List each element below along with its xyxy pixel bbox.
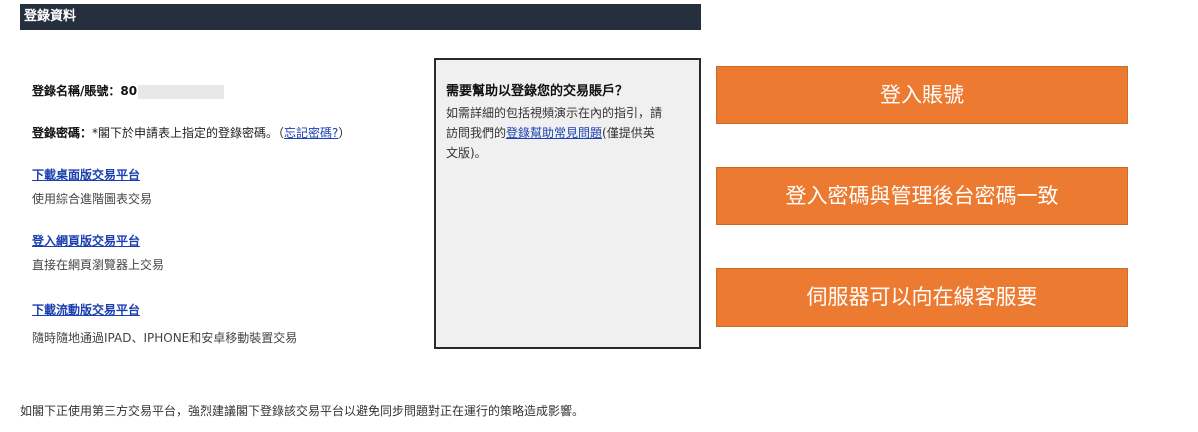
callout-login-account: 登入賬號	[716, 66, 1128, 124]
callout-password-note-text: 登入密碼與管理後台密碼一致	[785, 184, 1059, 208]
download-desktop-link[interactable]: 下載桌面版交易平台	[32, 168, 140, 182]
account-label: 登錄名稱/賬號：	[32, 84, 121, 98]
help-title: 需要幫助以登錄您的交易賬戶？	[446, 84, 629, 99]
download-mobile-link[interactable]: 下載流動版交易平台	[32, 303, 140, 317]
callout-password-note: 登入密碼與管理後台密碼一致	[716, 167, 1128, 225]
password-label: 登錄密碼：	[32, 126, 93, 140]
password-note-close: ）	[338, 126, 351, 140]
callout-login-account-text: 登入賬號	[880, 83, 964, 107]
help-line-3: 文版)。	[446, 146, 487, 160]
account-mask	[138, 84, 225, 99]
help-body: 如需詳細的包括視頻演示在內的指引，請 訪問我們的登錄幫助常見問題(僅提供英 文版…	[446, 103, 689, 163]
platform-mobile: 下載流動版交易平台	[32, 301, 140, 318]
faq-link[interactable]: 登錄幫助常見問題	[506, 126, 602, 140]
section-header: 登錄資料	[20, 4, 701, 30]
platform-web-desc: 直接在網頁瀏覽器上交易	[32, 258, 165, 272]
help-line-2-prefix: 訪問我們的	[446, 126, 507, 140]
platform-desktop-desc: 使用綜合進階圖表交易	[32, 192, 153, 206]
password-note: *閣下於申請表上指定的登錄密碼。（	[92, 126, 285, 140]
callout-server-note-text: 伺服器可以向在線客服要	[806, 285, 1038, 309]
footer-note: 如閣下正使用第三方交易平台，強烈建議閣下登錄該交易平台以避免同步問題對正在運行的…	[20, 404, 585, 418]
account-row: 登錄名稱/賬號：80	[32, 82, 225, 99]
platform-mobile-desc: 隨時隨地通過IPAD、IPHONE和安卓移動裝置交易	[32, 331, 298, 345]
callout-server-note: 伺服器可以向在線客服要	[716, 268, 1128, 327]
platform-web: 登入網頁版交易平台	[32, 232, 140, 249]
forgot-password-link[interactable]: 忘記密碼?	[284, 126, 338, 140]
help-line-2: 訪問我們的登錄幫助常見問題(僅提供英	[446, 123, 689, 143]
password-row: 登錄密碼：*閣下於申請表上指定的登錄密碼。（忘記密碼?）	[32, 124, 350, 141]
help-panel: 需要幫助以登錄您的交易賬戶？ 如需詳細的包括視頻演示在內的指引，請 訪問我們的登…	[434, 58, 701, 349]
login-web-link[interactable]: 登入網頁版交易平台	[32, 234, 140, 248]
account-value: 80	[120, 84, 138, 98]
help-line-2-suffix: (僅提供英	[602, 126, 655, 140]
section-title: 登錄資料	[24, 9, 77, 24]
platform-desktop: 下載桌面版交易平台	[32, 166, 140, 183]
help-line-1: 如需詳細的包括視頻演示在內的指引，請	[446, 106, 663, 120]
